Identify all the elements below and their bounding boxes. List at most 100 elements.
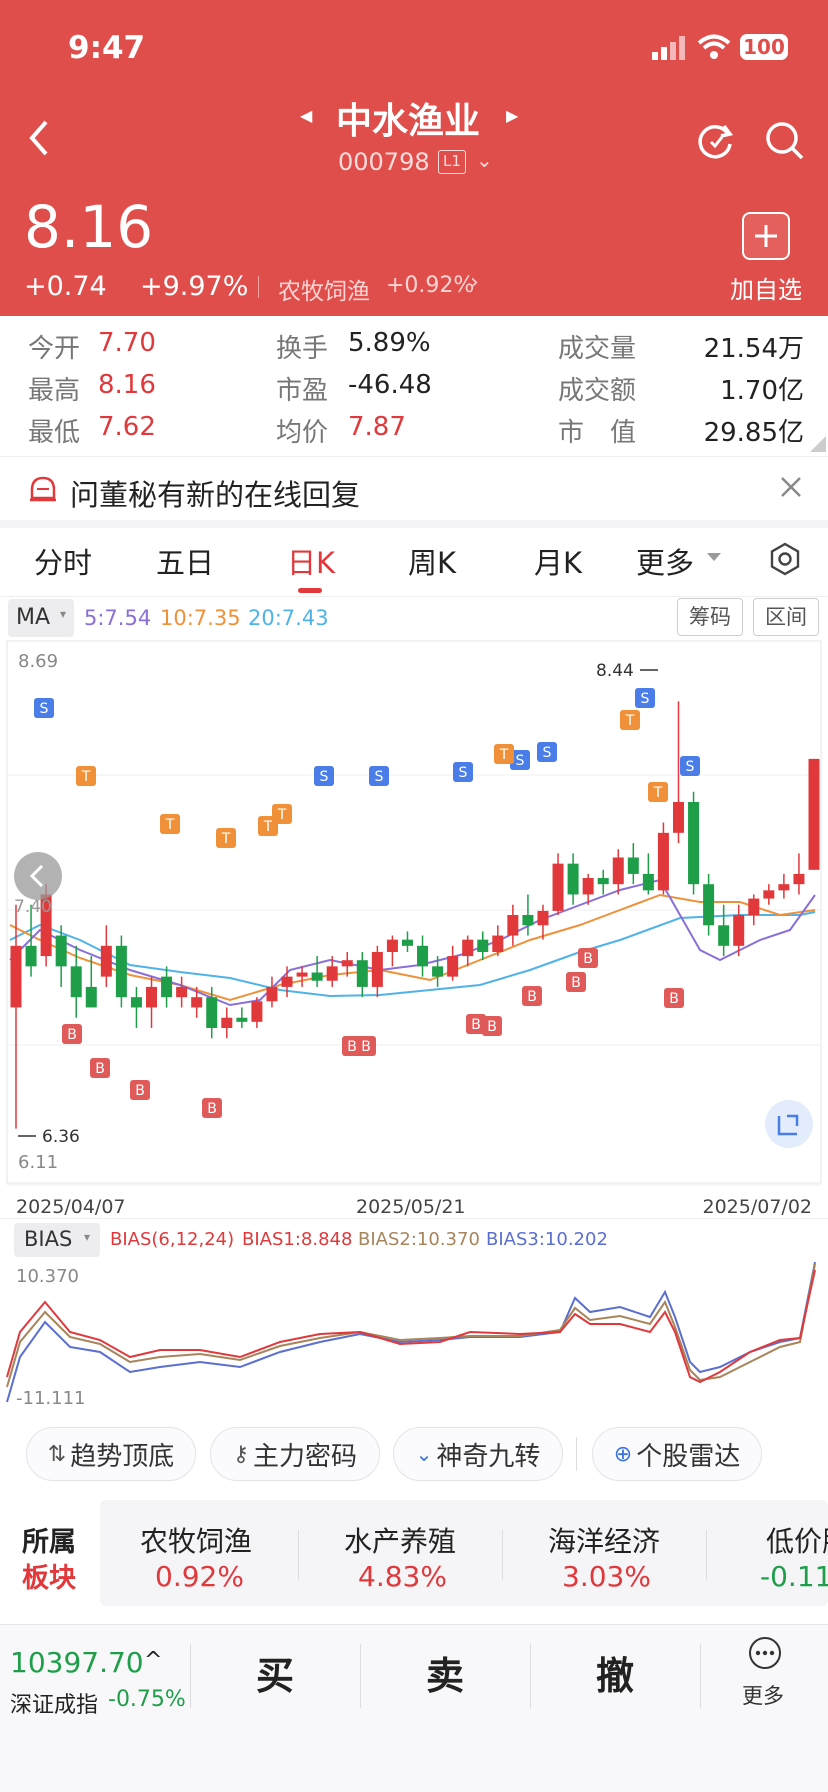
stock-code: 000798 bbox=[338, 148, 430, 176]
svg-text:T: T bbox=[499, 747, 509, 763]
signal-marker: T bbox=[272, 804, 292, 824]
sector-name[interactable]: 农牧饲渔 bbox=[278, 272, 370, 306]
candle bbox=[70, 945, 82, 1018]
chevron-up-icon[interactable]: ^ bbox=[144, 1648, 162, 1673]
svg-text:S: S bbox=[459, 765, 468, 781]
candle bbox=[221, 1007, 233, 1039]
signal-marker: B bbox=[356, 1036, 376, 1056]
more-label[interactable]: 更多 bbox=[742, 1680, 784, 1710]
tab-more[interactable]: 更多 bbox=[636, 540, 694, 582]
svg-text:S: S bbox=[320, 769, 329, 785]
add-watch-button[interactable] bbox=[742, 212, 790, 260]
plus-icon bbox=[755, 225, 777, 247]
sector-item-name[interactable]: 海洋经济 bbox=[548, 1520, 660, 1560]
candle-body bbox=[130, 997, 142, 1008]
signal-marker: S bbox=[453, 762, 473, 782]
range-button[interactable]: 区间 bbox=[753, 598, 819, 636]
buy-button[interactable]: 买 bbox=[256, 1645, 294, 1700]
stock-radar-button[interactable]: ⊕ 个股雷达 bbox=[592, 1427, 762, 1481]
turnover-label: 换手 bbox=[276, 334, 329, 364]
candle-body bbox=[627, 857, 639, 874]
fullscreen-button[interactable] bbox=[765, 1100, 813, 1148]
chip-button[interactable]: 筹码 bbox=[677, 598, 743, 636]
refresh-icon[interactable] bbox=[694, 120, 736, 166]
open-value: 7.70 bbox=[98, 328, 156, 358]
expand-corner-icon[interactable] bbox=[810, 436, 826, 452]
sell-button[interactable]: 卖 bbox=[426, 1645, 464, 1700]
chevron-right-icon[interactable]: › bbox=[470, 270, 479, 295]
mcap-label: 市 值 bbox=[558, 418, 637, 448]
magic-nine-button[interactable]: ⌄ 神奇九转 bbox=[393, 1427, 563, 1481]
svg-text:S: S bbox=[375, 769, 384, 785]
candle bbox=[161, 966, 173, 1008]
ma-selector[interactable]: MA ▾ bbox=[8, 599, 74, 637]
divider bbox=[0, 456, 828, 457]
trend-top-bottom-button[interactable]: ⇅ 趋势顶底 bbox=[26, 1427, 196, 1481]
candle-body bbox=[657, 832, 669, 891]
sector-item-name[interactable]: 农牧饲渔 bbox=[140, 1520, 252, 1560]
close-icon[interactable] bbox=[778, 474, 804, 504]
candle-body bbox=[236, 1017, 248, 1022]
signal-marker: B bbox=[482, 1016, 502, 1036]
svg-text:S: S bbox=[543, 745, 552, 761]
chevron-down-icon: ⌄ bbox=[415, 1442, 433, 1466]
more-icon[interactable] bbox=[748, 1636, 782, 1674]
volume-label: 成交量 bbox=[558, 334, 637, 364]
chart-frame bbox=[6, 640, 822, 1184]
candle-body bbox=[70, 966, 82, 998]
tab-five-day[interactable]: 五日 bbox=[156, 540, 214, 582]
chevron-down-icon[interactable]: ⌄ bbox=[476, 148, 493, 172]
sector-item-change: 4.83% bbox=[358, 1560, 447, 1593]
search-icon[interactable] bbox=[764, 120, 806, 166]
bias-params: BIAS(6,12,24) bbox=[110, 1229, 235, 1250]
svg-text:B: B bbox=[207, 1101, 217, 1117]
index-value[interactable]: 10397.70 bbox=[10, 1646, 144, 1679]
add-watch-label[interactable]: 加自选 bbox=[730, 270, 802, 305]
candle-body bbox=[356, 960, 368, 987]
candle bbox=[115, 935, 127, 1008]
prev-stock-icon[interactable]: ◀ bbox=[300, 106, 312, 125]
svg-text:T: T bbox=[221, 831, 231, 847]
candle-body bbox=[522, 915, 534, 926]
kline-chart[interactable]: S S S S S S S S T T T T T T T T B B B B … bbox=[0, 640, 828, 1224]
svg-text:B: B bbox=[487, 1019, 497, 1035]
notice-text[interactable]: 问董秘有新的在线回复 bbox=[70, 472, 360, 514]
svg-text:B: B bbox=[95, 1061, 105, 1077]
candle-body bbox=[146, 986, 158, 1008]
next-stock-icon[interactable]: ▶ bbox=[506, 106, 518, 125]
main-force-code-button[interactable]: ⚷ 主力密码 bbox=[210, 1427, 380, 1481]
scroll-left-button[interactable] bbox=[14, 852, 62, 900]
tab-monthly-k[interactable]: 月K bbox=[534, 540, 582, 582]
high-label: 最高 bbox=[28, 376, 81, 406]
svg-text:T: T bbox=[653, 785, 663, 801]
level-badge: L1 bbox=[438, 150, 466, 174]
bias-selector[interactable]: BIAS ▾ bbox=[14, 1223, 100, 1257]
ma10-value: 10:7.35 bbox=[160, 606, 241, 630]
bias-y-bottom: -11.111 bbox=[16, 1388, 85, 1409]
caret-down-icon[interactable] bbox=[706, 548, 722, 567]
candle-body bbox=[206, 997, 218, 1028]
candle-body bbox=[266, 986, 278, 1002]
cancel-order-button[interactable]: 撤 bbox=[596, 1645, 634, 1700]
y-min-label: 6.11 bbox=[18, 1152, 58, 1173]
tab-weekly-k[interactable]: 周K bbox=[408, 540, 456, 582]
signal-marker: S bbox=[369, 766, 389, 786]
back-icon[interactable] bbox=[24, 118, 54, 162]
candle bbox=[688, 791, 700, 895]
signal-marker: T bbox=[160, 814, 180, 834]
candle-body bbox=[492, 935, 504, 952]
signal-marker: S bbox=[34, 698, 54, 718]
settings-icon[interactable] bbox=[768, 542, 802, 580]
sector-change[interactable]: +0.92% bbox=[386, 273, 474, 298]
tab-daily-k[interactable]: 日K bbox=[287, 540, 335, 582]
sector-item-name[interactable]: 低价股 bbox=[766, 1520, 828, 1560]
divider bbox=[298, 1530, 299, 1580]
sector-item-name[interactable]: 水产养殖 bbox=[344, 1520, 456, 1560]
divider bbox=[190, 1644, 191, 1708]
mcap-value: 29.85亿 bbox=[703, 418, 804, 448]
candle-body bbox=[462, 939, 474, 957]
signal-marker: S bbox=[314, 766, 334, 786]
candle-body bbox=[688, 802, 700, 885]
tab-intraday[interactable]: 分时 bbox=[34, 540, 92, 582]
y-mid-label: 7.40 bbox=[14, 897, 52, 917]
